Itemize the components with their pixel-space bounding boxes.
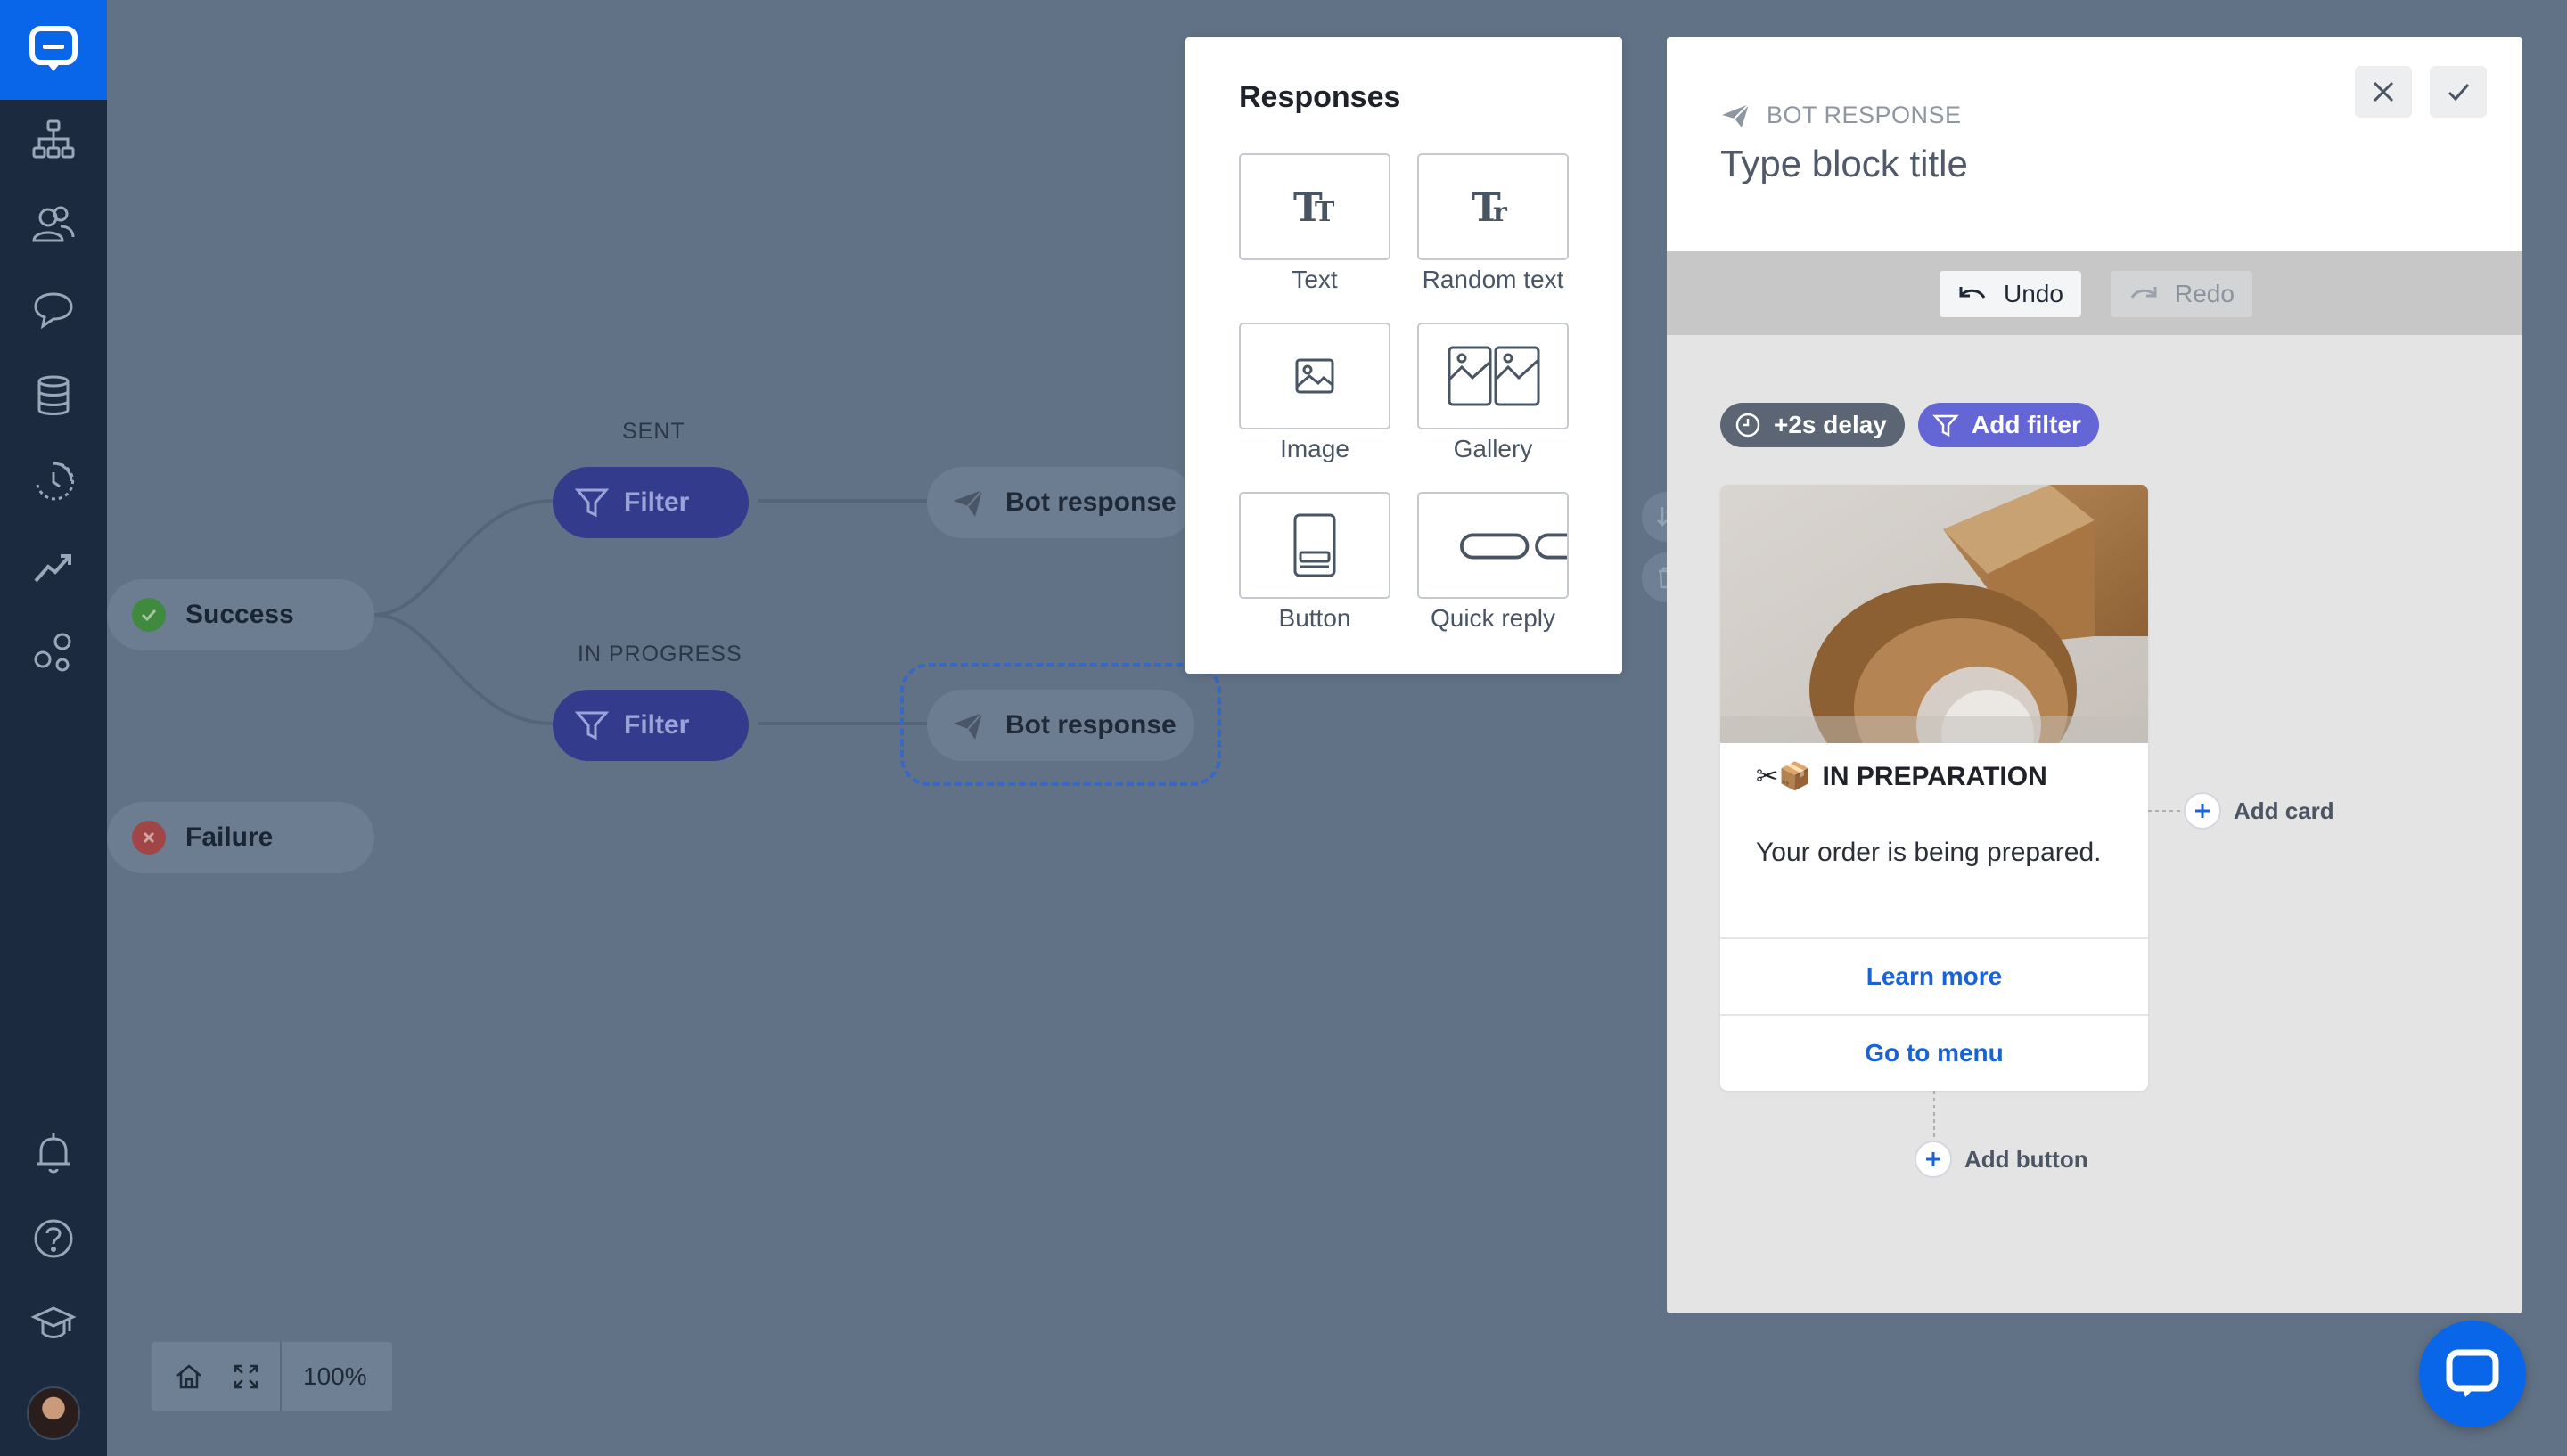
add-button-button[interactable]: Add button — [1915, 1141, 2088, 1178]
response-button-label: Button — [1278, 604, 1351, 632]
chat-bubble-icon — [2446, 1349, 2499, 1397]
bot-response-node-sent[interactable]: Bot response — [927, 467, 1194, 538]
check-icon — [132, 598, 166, 632]
sent-branch-label: SENT — [622, 419, 685, 444]
quick-reply-icon — [1459, 533, 1567, 560]
gallery-icon — [1448, 346, 1540, 406]
add-card-button[interactable]: Add card — [2184, 792, 2334, 830]
plus-icon — [1915, 1141, 1952, 1178]
image-icon — [1295, 358, 1334, 394]
bot-response-panel: BOT RESPONSE Type block title Undo Redo … — [1667, 37, 2522, 1313]
failure-label: Failure — [185, 822, 274, 852]
close-circle-icon — [132, 821, 166, 855]
filter-label: Filter — [624, 710, 690, 740]
responses-title: Responses — [1239, 80, 1401, 114]
success-node[interactable]: Success — [107, 579, 374, 650]
zoom-controls: 100% — [152, 1342, 392, 1411]
paper-plane-icon — [954, 489, 983, 517]
zoom-divider — [280, 1342, 282, 1411]
filter-node-in-progress[interactable]: Filter — [553, 690, 749, 761]
filter-node-sent[interactable]: Filter — [553, 467, 749, 538]
success-label: Success — [185, 600, 294, 629]
response-quick-reply-tile[interactable] — [1417, 492, 1569, 599]
response-gallery-tile[interactable] — [1417, 323, 1569, 429]
expand-icon — [234, 1364, 258, 1389]
response-random-text-tile[interactable]: Tr — [1417, 153, 1569, 260]
in-progress-branch-label: IN PROGRESS — [578, 642, 742, 667]
card-connectors — [1933, 810, 2182, 1142]
home-icon — [176, 1364, 201, 1389]
fit-screen-button[interactable] — [217, 1342, 275, 1411]
filter-icon — [574, 488, 610, 518]
button-icon — [1293, 513, 1336, 577]
response-image-label: Image — [1280, 435, 1349, 462]
svg-text:r: r — [1493, 197, 1508, 228]
response-quick-reply-label: Quick reply — [1430, 604, 1556, 632]
response-gallery-label: Gallery — [1453, 435, 1533, 462]
add-button-label: Add button — [1964, 1145, 2088, 1173]
response-text-label: Text — [1292, 266, 1338, 293]
responses-panel: Responses TT Text Tr Random text Image G… — [1185, 37, 1622, 674]
response-random-text-label: Random text — [1422, 266, 1564, 293]
response-button-tile[interactable] — [1239, 492, 1390, 599]
bot-response-label: Bot response — [1005, 487, 1177, 517]
paper-plane-icon — [954, 712, 983, 740]
random-text-icon: Tr — [1472, 185, 1508, 231]
filter-icon — [574, 711, 610, 740]
zoom-level: 100% — [303, 1362, 367, 1390]
text-icon: TT — [1293, 185, 1335, 231]
svg-text:T: T — [1315, 197, 1335, 228]
bot-response-node-in-progress[interactable]: Bot response — [927, 690, 1194, 761]
filter-label: Filter — [624, 487, 690, 517]
bot-response-label: Bot response — [1005, 710, 1177, 740]
plus-icon — [2184, 792, 2221, 830]
response-image-tile[interactable] — [1239, 323, 1390, 429]
live-chat-button[interactable] — [2419, 1321, 2526, 1427]
failure-node[interactable]: Failure — [107, 802, 374, 873]
home-button[interactable] — [160, 1342, 217, 1411]
response-text-tile[interactable]: TT — [1239, 153, 1390, 260]
add-card-label: Add card — [2234, 797, 2334, 824]
